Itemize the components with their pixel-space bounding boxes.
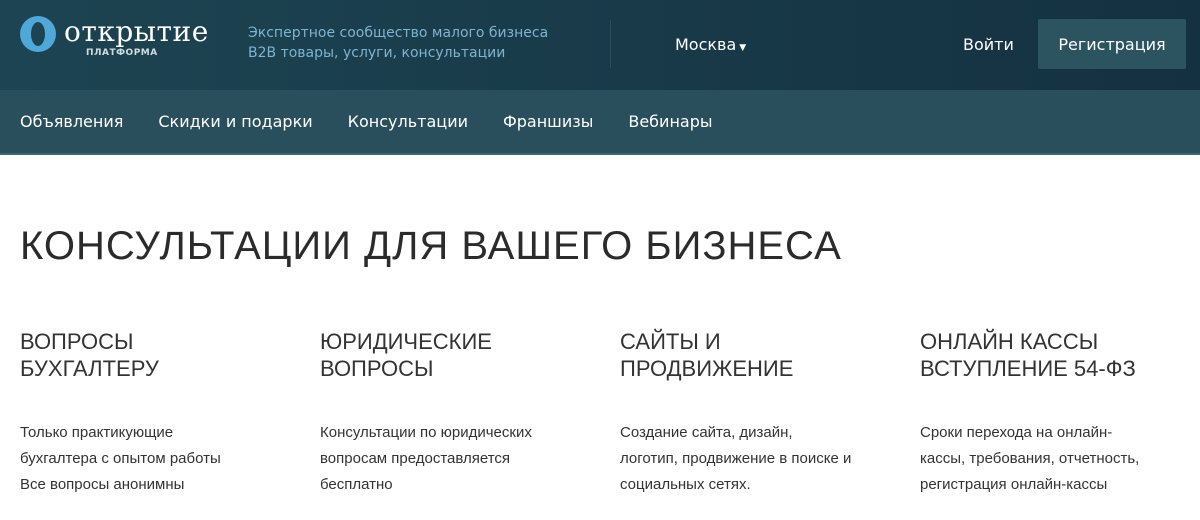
card-title[interactable]: ВОПРОСЫ БУХГАЛТЕРУ <box>20 328 290 382</box>
tagline: Экспертное сообщество малого бизнеса B2B… <box>248 23 548 63</box>
nav-item-consultations[interactable]: Консультации <box>348 112 468 131</box>
card-description: Только практикующие бухгалтера с опытом р… <box>20 420 290 498</box>
logo-subtitle: ПЛАТФОРМА <box>86 48 158 58</box>
card-title-line: ВСТУПЛЕНИЕ 54-ФЗ <box>920 356 1136 381</box>
card-description-line: бухгалтера с опытом работы <box>20 450 221 467</box>
login-link[interactable]: Войти <box>963 35 1014 54</box>
main-nav: Объявления Скидки и подарки Консультации… <box>0 90 1200 155</box>
card-title-line: ПРОДВИЖЕНИЕ <box>620 356 794 381</box>
nav-item-ads[interactable]: Объявления <box>20 112 123 131</box>
logo[interactable]: открытие ПЛАТФОРМА <box>20 16 209 58</box>
register-button[interactable]: Регистрация <box>1038 19 1186 69</box>
card-title-line: ЮРИДИЧЕСКИЕ <box>320 329 492 354</box>
card-title[interactable]: ЮРИДИЧЕСКИЕ ВОПРОСЫ <box>320 328 590 382</box>
card-title-line: ВОПРОСЫ <box>320 356 434 381</box>
card-title-line: БУХГАЛТЕРУ <box>20 356 159 381</box>
card-description-line: Сроки перехода на онлайн- <box>920 424 1113 441</box>
card-title-line: ВОПРОСЫ <box>20 329 134 354</box>
tagline-line: Экспертное сообщество малого бизнеса <box>248 25 549 41</box>
card-description-line: кассы, требования, отчетность, <box>920 450 1140 467</box>
page-title: КОНСУЛЬТАЦИИ ДЛЯ ВАШЕГО БИЗНЕСА <box>20 224 842 268</box>
card-description-line: Консультации по юридических <box>320 424 532 441</box>
consultation-card[interactable]: ОНЛАЙН КАССЫ ВСТУПЛЕНИЕ 54-ФЗ Сроки перехо… <box>920 328 1190 498</box>
card-title-line: САЙТЫ И <box>620 329 721 354</box>
card-description-line: бесплатно <box>320 476 393 493</box>
nav-item-webinars[interactable]: Вебинары <box>628 112 712 131</box>
card-title-line: ОНЛАЙН КАССЫ <box>920 329 1099 354</box>
top-header: открытие ПЛАТФОРМА Экспертное сообщество… <box>0 0 1200 90</box>
city-label: Москва <box>675 35 737 54</box>
card-description-line: регистрация онлайн-кассы <box>920 476 1108 493</box>
card-description: Создание сайта, дизайн, логотип, продвиже… <box>620 420 890 498</box>
card-description-line: социальных сетях. <box>620 476 751 493</box>
logo-name: открытие <box>64 15 209 48</box>
card-description-line: Все вопросы анонимны <box>20 476 185 493</box>
card-description-line: Создание сайта, дизайн, <box>620 424 793 441</box>
logo-icon <box>20 16 56 52</box>
card-title[interactable]: САЙТЫ И ПРОДВИЖЕНИЕ <box>620 328 890 382</box>
chevron-down-icon: ▼ <box>739 43 747 53</box>
tagline-line: B2B товары, услуги, консультации <box>248 45 506 61</box>
consultation-card[interactable]: САЙТЫ И ПРОДВИЖЕНИЕ Создание сайта, дизайн… <box>620 328 890 498</box>
card-description-line: логотип, продвижение в поиске и <box>620 450 852 467</box>
consultation-card[interactable]: ВОПРОСЫ БУХГАЛТЕРУ Только практикующие бухг… <box>20 328 290 498</box>
card-description-line: вопросам предоставляется <box>320 450 511 467</box>
card-description-line: Только практикующие <box>20 424 174 441</box>
nav-item-franchises[interactable]: Франшизы <box>503 112 593 131</box>
nav-item-discounts[interactable]: Скидки и подарки <box>158 112 312 131</box>
card-description: Сроки перехода на онлайн-кассы, требован… <box>920 420 1190 498</box>
consultation-card[interactable]: ЮРИДИЧЕСКИЕ ВОПРОСЫ Консультации по юридич… <box>320 328 590 498</box>
card-title[interactable]: ОНЛАЙН КАССЫ ВСТУПЛЕНИЕ 54-ФЗ <box>920 328 1190 382</box>
divider <box>610 20 611 68</box>
card-description: Консультации по юридических вопросам пред… <box>320 420 590 498</box>
city-selector[interactable]: Москва ▼ <box>675 35 746 54</box>
